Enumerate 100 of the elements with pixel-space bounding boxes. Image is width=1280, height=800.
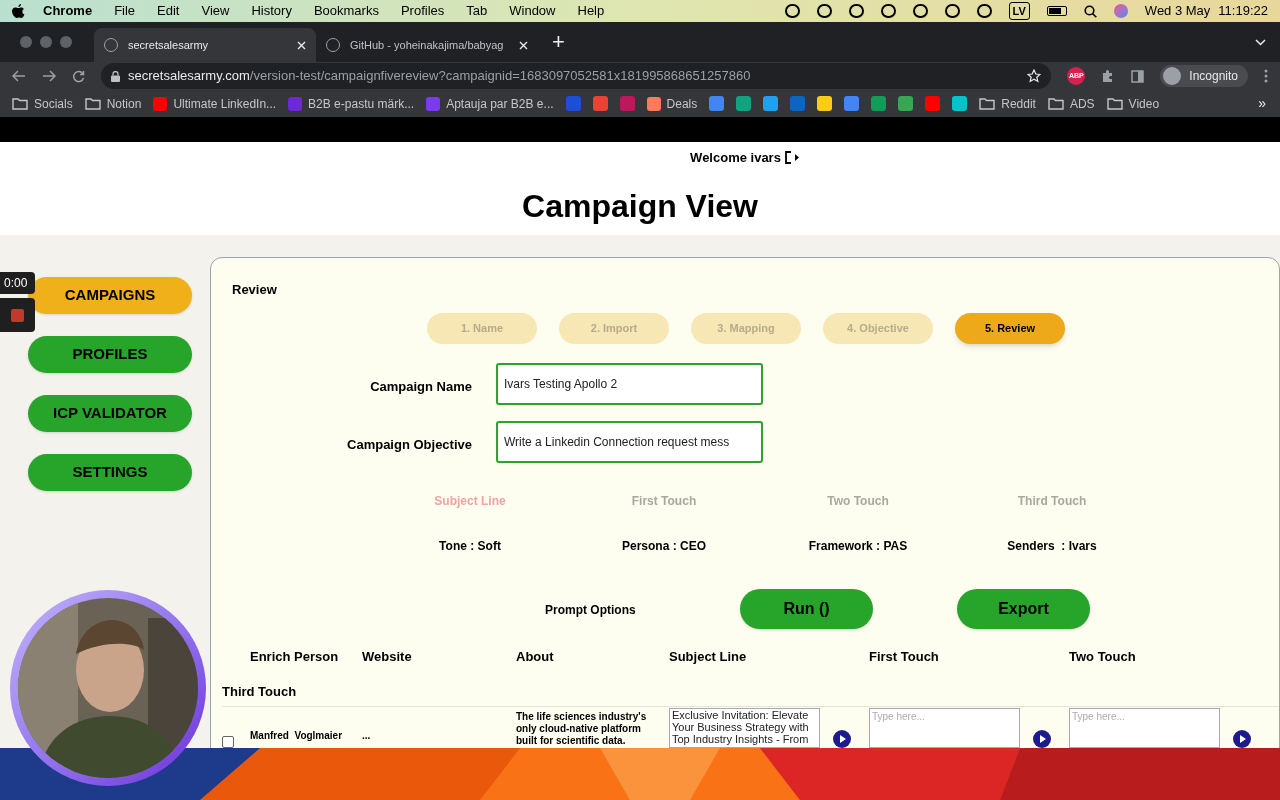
menu-item[interactable]: History: [251, 1, 292, 21]
status-icon[interactable]: [912, 4, 928, 18]
status-icon[interactable]: [816, 4, 832, 18]
menu-item[interactable]: Tab: [466, 1, 488, 21]
bookmark-icon[interactable]: [871, 96, 887, 111]
menu-item[interactable]: Edit: [157, 1, 180, 21]
prompt-setting: Senders : Ivars: [1006, 537, 1098, 555]
apple-icon[interactable]: [12, 3, 25, 19]
status-icon[interactable]: [944, 4, 960, 18]
star-icon[interactable]: [1027, 69, 1042, 83]
bookmark-icon[interactable]: [709, 96, 725, 111]
browser-tab[interactable]: GitHub - yoheinakajima/babyag: [316, 28, 538, 62]
status-icon[interactable]: [880, 4, 896, 18]
bookmark[interactable]: Socials: [6, 94, 79, 113]
browser-tab[interactable]: secretsalesarmy: [94, 28, 316, 62]
welcome-text: Welcome ivars: [690, 149, 781, 167]
text-field[interactable]: Write a Linkedin Connection request mess: [496, 420, 763, 463]
bookmark-icon[interactable]: [844, 96, 860, 111]
profile-button[interactable]: Incognito: [1160, 65, 1248, 87]
siri-icon[interactable]: [1113, 4, 1128, 18]
column-header: Website: [362, 647, 413, 666]
window-control[interactable]: [40, 36, 52, 48]
bookmark[interactable]: B2B e-pastu märk...: [282, 94, 421, 113]
sidebar-button[interactable]: PROFILES: [28, 336, 192, 373]
page-title: Campaign View: [522, 186, 758, 226]
bookmark[interactable]: Notion: [78, 94, 148, 113]
text-field[interactable]: Ivars Testing Apollo 2: [496, 362, 763, 405]
reload-icon[interactable]: [72, 69, 85, 83]
bookmark[interactable]: Video: [1100, 94, 1166, 113]
lock-icon: [111, 70, 120, 82]
sidebar-button[interactable]: SETTINGS: [28, 454, 192, 491]
column-header: About: [516, 647, 555, 666]
new-tab-button[interactable]: +: [552, 31, 565, 53]
column-header: Two Touch: [1069, 647, 1137, 666]
status-icon[interactable]: [976, 4, 992, 18]
column-header: Enrich Person: [250, 647, 340, 666]
more-icon[interactable]: [1264, 69, 1268, 83]
recording-timer: 0:00: [0, 272, 35, 294]
prompt-options-label: Prompt Options: [545, 602, 636, 617]
menu-item[interactable]: Help: [577, 1, 605, 21]
play-icon[interactable]: [833, 729, 851, 748]
bookmark[interactable]: Ultimate LinkedIn...: [147, 94, 283, 113]
forward-icon[interactable]: [42, 70, 56, 82]
menu-item[interactable]: Profiles: [400, 1, 445, 21]
bookmark[interactable]: Deals: [640, 94, 704, 113]
prompt-setting: Persona : CEO: [621, 537, 707, 555]
row-checkbox[interactable]: [222, 735, 234, 748]
bookmark[interactable]: Reddit: [973, 94, 1042, 113]
menu-item[interactable]: File: [114, 1, 136, 21]
keyboard-layout[interactable]: LV: [1008, 1, 1030, 21]
url-text: secretsalesarmy.com/version-test/campaignfivereview?campaignid=1683097052581x181995868651257860: [128, 67, 751, 86]
status-icon[interactable]: [784, 4, 800, 18]
play-icon[interactable]: [1233, 729, 1251, 748]
back-icon[interactable]: [12, 70, 26, 82]
bookmark-icon[interactable]: [952, 96, 968, 111]
sidebar-icon[interactable]: [1131, 69, 1145, 83]
bookmark-icon[interactable]: [898, 96, 914, 111]
battery-icon[interactable]: [1046, 6, 1067, 16]
menu-item[interactable]: Bookmarks: [313, 1, 379, 21]
search-icon[interactable]: [1083, 4, 1097, 18]
logout-icon[interactable]: [784, 151, 800, 165]
bookmark-icon[interactable]: [736, 96, 752, 111]
menu-time: 11:19:22: [1218, 2, 1268, 21]
app-menu[interactable]: Chrome: [43, 1, 93, 21]
folder-icon: [12, 97, 28, 110]
close-icon[interactable]: [519, 40, 528, 50]
folder-icon: [84, 97, 101, 110]
step-tab[interactable]: 5. Review: [955, 312, 1065, 344]
run-button[interactable]: Run (): [740, 588, 873, 629]
export-button[interactable]: Export: [957, 588, 1090, 629]
section-title: Review: [232, 281, 278, 299]
two-touch-field[interactable]: Type here...: [1069, 707, 1220, 748]
sidebar-button[interactable]: ICP VALIDATOR: [28, 395, 192, 432]
menu-item[interactable]: View: [201, 1, 230, 21]
bookmark-icon[interactable]: [817, 96, 833, 111]
play-icon[interactable]: [1033, 729, 1051, 748]
sidebar-button[interactable]: CAMPAIGNS: [28, 277, 192, 314]
incognito-icon: [1163, 67, 1182, 85]
status-icon[interactable]: [848, 4, 864, 18]
bookmark[interactable]: ADS: [1041, 94, 1101, 113]
person-name: Manfred Voglmaier: [250, 728, 344, 743]
folder-icon: [1106, 97, 1123, 110]
close-icon[interactable]: [297, 40, 306, 50]
bookmark-icon[interactable]: [763, 96, 779, 111]
window-control[interactable]: [20, 36, 32, 48]
about-cell-text: The life sciences industry's only cloud-native platform built for scientific data.: [516, 709, 648, 747]
field-label: Campaign Objective: [346, 435, 473, 454]
subject-line-field[interactable]: Exclusive Invitation: Elevate Your Business Strategy with Top Industry Insights - From: [669, 707, 820, 748]
menu-date: Wed 3 May: [1144, 2, 1211, 21]
folder-icon: [979, 97, 996, 110]
column-header: First Touch: [869, 647, 940, 666]
address-field[interactable]: secretsalesarmy.com/version-test/campaignfivereview?campaignid=1683097052581x181995868651257860: [101, 63, 1052, 89]
prompt-setting: Tone : Soft: [438, 537, 502, 555]
menu-item[interactable]: Window: [509, 1, 556, 21]
more-bookmarks-button[interactable]: »: [1258, 93, 1274, 114]
chevron-down-icon[interactable]: [1255, 38, 1266, 46]
first-touch-field[interactable]: Type here...: [869, 707, 1020, 748]
bookmark[interactable]: Aptauja par B2B e...: [420, 94, 560, 113]
stop-button[interactable]: [0, 298, 35, 332]
window-control[interactable]: [60, 36, 72, 48]
